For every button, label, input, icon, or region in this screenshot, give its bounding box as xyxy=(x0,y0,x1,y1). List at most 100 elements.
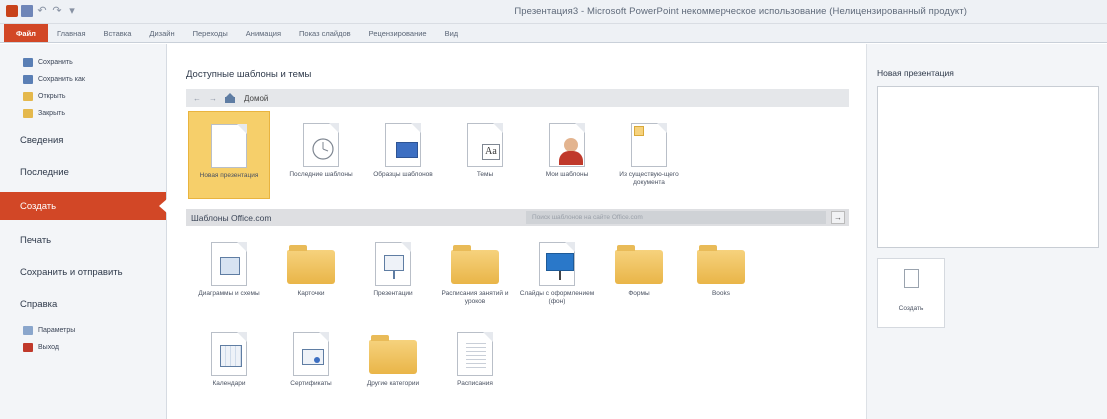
tile-label: Последние шаблоны xyxy=(289,171,353,178)
tab-insert[interactable]: Вставка xyxy=(95,24,141,42)
nav-options[interactable]: Параметры xyxy=(0,322,166,339)
tile-label: Презентации xyxy=(373,290,413,297)
preview-box xyxy=(877,86,1099,248)
home-icon[interactable] xyxy=(225,93,236,103)
tab-review[interactable]: Рецензирование xyxy=(360,24,436,42)
options-icon xyxy=(23,326,33,335)
save-icon xyxy=(23,58,33,67)
tab-view[interactable]: Вид xyxy=(436,24,468,42)
nav-close-label: Закрыть xyxy=(38,110,65,117)
tile-label: Новая презентация xyxy=(199,172,259,179)
tile-label: Календари xyxy=(212,380,246,387)
tab-home[interactable]: Главная xyxy=(48,24,95,42)
folder-icon xyxy=(451,245,499,284)
nav-open[interactable]: Открыть xyxy=(0,88,166,105)
tile-label: Расписания xyxy=(457,380,493,387)
tile-design-slides[interactable]: Слайды с оформлением (фон) xyxy=(516,230,598,318)
tile-cards[interactable]: Карточки xyxy=(270,230,352,318)
tile-new-presentation[interactable]: Новая презентация xyxy=(188,111,270,199)
window-title: Презентация3 - Microsoft PowerPoint неко… xyxy=(514,6,967,17)
tile-label: Формы xyxy=(628,290,650,297)
folder-icon xyxy=(369,335,417,374)
search-go-button[interactable]: → xyxy=(831,211,845,224)
tab-file[interactable]: Файл xyxy=(4,24,48,42)
tile-forms[interactable]: Формы xyxy=(598,230,680,318)
tile-certificates[interactable]: Сертификаты xyxy=(270,320,352,408)
nav-save-as[interactable]: Сохранить как xyxy=(0,71,166,88)
tile-from-existing[interactable]: Из существую-щего документа xyxy=(608,111,690,199)
sample-templates-icon xyxy=(385,123,421,167)
certificate-icon xyxy=(293,332,329,376)
nav-exit-label: Выход xyxy=(38,344,59,351)
tile-label: Темы xyxy=(476,171,494,178)
forward-arrow-icon[interactable]: → xyxy=(209,94,217,103)
save-as-icon xyxy=(23,75,33,84)
user-templates-icon xyxy=(549,123,585,167)
nav-save[interactable]: Сохранить xyxy=(0,54,166,71)
title-bar: ↶ ↷ ▾ Презентация3 - Microsoft PowerPoin… xyxy=(0,0,1107,24)
tile-class-schedules[interactable]: Расписания занятий и уроков xyxy=(434,230,516,318)
tile-label: Расписания занятий и уроков xyxy=(441,290,509,305)
preview-pane: Новая презентация Создать xyxy=(866,44,1107,419)
nav-close[interactable]: Закрыть xyxy=(0,105,166,122)
breadcrumb-home[interactable]: Домой xyxy=(244,94,268,103)
tile-sample-templates[interactable]: Образцы шаблонов xyxy=(362,111,444,199)
preview-title: Новая презентация xyxy=(877,68,954,78)
nav-save-send[interactable]: Сохранить и отправить xyxy=(0,258,166,286)
existing-document-icon xyxy=(631,123,667,167)
office-templates-bar: Шаблоны Office.com Поиск шаблонов на сай… xyxy=(186,209,849,226)
tile-label: Образцы шаблонов xyxy=(373,171,433,178)
backstage-nav: Сохранить Сохранить как Открыть Закрыть … xyxy=(0,44,167,419)
nav-print[interactable]: Печать xyxy=(0,226,166,254)
close-folder-icon xyxy=(23,109,33,118)
themes-icon: Aa xyxy=(467,123,503,167)
nav-help[interactable]: Справка xyxy=(0,290,166,318)
clock-document-icon xyxy=(303,123,339,167)
blank-document-icon xyxy=(211,124,247,168)
nav-new[interactable]: Создать xyxy=(0,192,167,220)
tile-label: Другие категории xyxy=(366,380,420,387)
folder-icon xyxy=(287,245,335,284)
schedule-icon xyxy=(457,332,493,376)
create-button[interactable]: Создать xyxy=(877,258,945,328)
tile-label: Сертификаты xyxy=(290,380,332,387)
tile-label: Карточки xyxy=(297,290,325,297)
office-templates-label: Шаблоны Office.com xyxy=(191,212,272,223)
nav-save-as-label: Сохранить как xyxy=(38,76,85,83)
create-button-label: Создать xyxy=(898,305,924,312)
tile-recent-templates[interactable]: Последние шаблоны xyxy=(280,111,362,199)
folder-icon xyxy=(615,245,663,284)
tab-slideshow[interactable]: Показ слайдов xyxy=(290,24,360,42)
nav-exit[interactable]: Выход xyxy=(0,339,166,356)
tile-presentations[interactable]: Презентации xyxy=(352,230,434,318)
tile-my-templates[interactable]: Мои шаблоны xyxy=(526,111,608,199)
tile-other-categories[interactable]: Другие категории xyxy=(352,320,434,408)
tile-label: Диаграммы и схемы xyxy=(198,290,260,297)
nav-info[interactable]: Сведения xyxy=(0,126,166,154)
tile-label: Books xyxy=(711,290,731,297)
folder-icon xyxy=(697,245,745,284)
tile-label: Слайды с оформлением (фон) xyxy=(519,290,595,305)
tab-animations[interactable]: Анимация xyxy=(237,24,290,42)
tile-schedules[interactable]: Расписания xyxy=(434,320,516,408)
document-icon xyxy=(904,269,919,288)
tile-diagrams[interactable]: Диаграммы и схемы xyxy=(188,230,270,318)
nav-recent[interactable]: Последние xyxy=(0,158,166,186)
breadcrumb: ← → Домой xyxy=(186,89,849,107)
slide-background-icon xyxy=(539,242,575,286)
tab-transitions[interactable]: Переходы xyxy=(184,24,237,42)
back-arrow-icon[interactable]: ← xyxy=(193,94,201,103)
tile-themes[interactable]: Aa Темы xyxy=(444,111,526,199)
tile-calendars[interactable]: Календари xyxy=(188,320,270,408)
calendar-icon xyxy=(211,332,247,376)
office-search-input[interactable]: Поиск шаблонов на сайте Office.com xyxy=(526,211,826,224)
open-folder-icon xyxy=(23,92,33,101)
nav-options-label: Параметры xyxy=(38,327,76,334)
section-title: Доступные шаблоны и темы xyxy=(186,69,312,80)
ribbon-tabs: Файл Главная Вставка Дизайн Переходы Ани… xyxy=(0,24,1107,43)
tab-design[interactable]: Дизайн xyxy=(140,24,183,42)
templates-pane: Доступные шаблоны и темы ← → Домой Новая… xyxy=(176,44,856,419)
tile-books[interactable]: Books xyxy=(680,230,762,318)
nav-save-label: Сохранить xyxy=(38,59,73,66)
tile-label: Из существую-щего документа xyxy=(619,171,679,186)
